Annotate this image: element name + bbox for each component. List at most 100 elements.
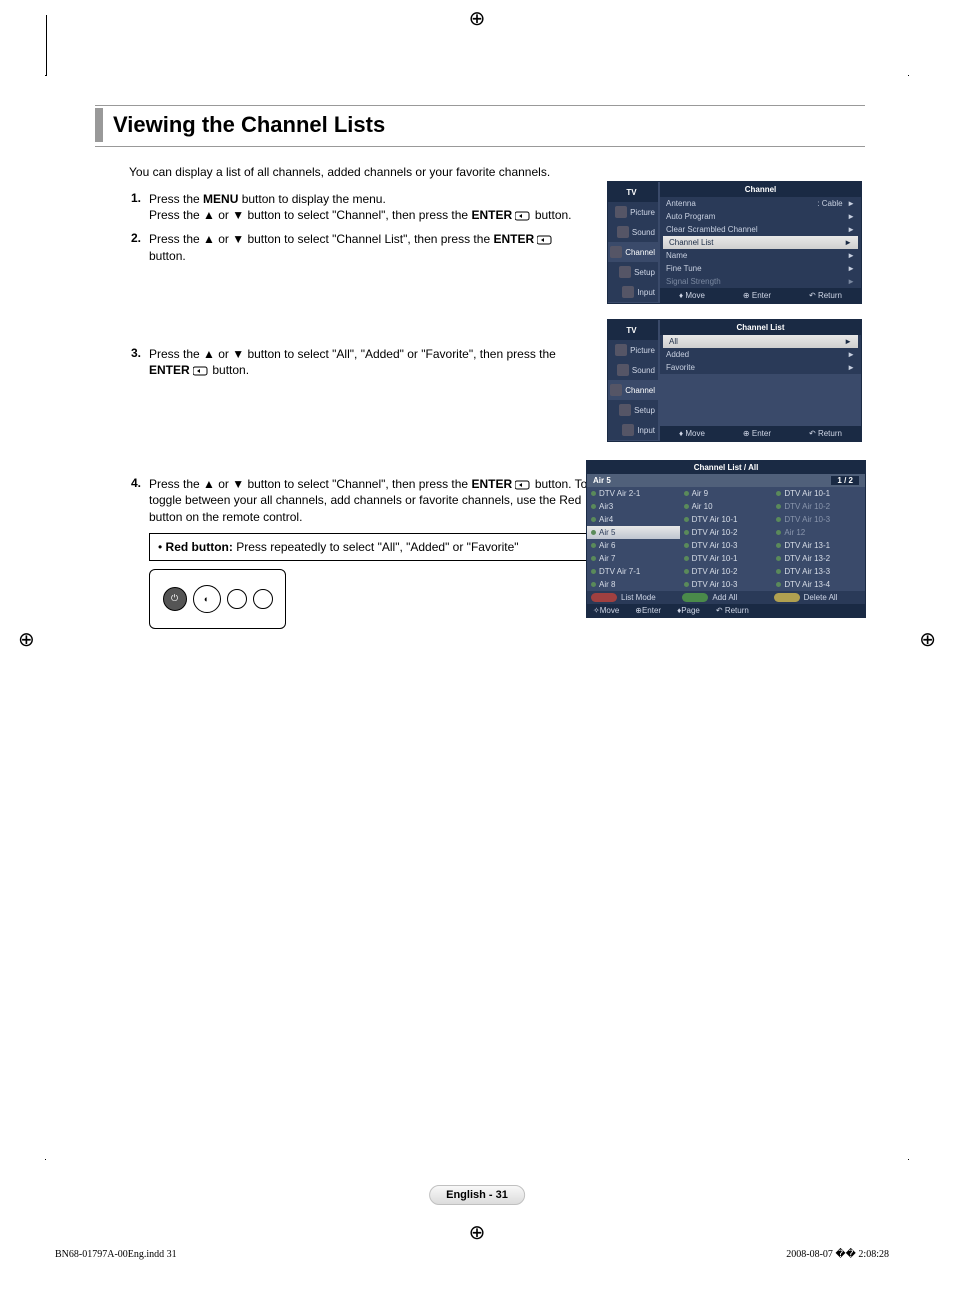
remote-illustration: ⏻ ◐ <box>149 569 286 629</box>
dot-icon <box>591 582 596 587</box>
cl-buttons: List Mode Add All Delete All <box>587 591 865 604</box>
dot-icon <box>591 530 596 535</box>
side-sound: Sound <box>608 360 658 380</box>
remote-btn <box>253 589 273 609</box>
cl-title: Channel List / All <box>587 461 865 474</box>
osd-row-autoprog: Auto Program <box>660 210 861 223</box>
remote-nav-icon: ◐ <box>193 585 221 613</box>
channel-cell: Air 5 <box>587 526 680 539</box>
regmark-top: ⊕ <box>469 6 486 31</box>
arrow-icon <box>847 225 855 234</box>
osd-channel-list-all: Channel List / All Air 5 1 / 2 DTV Air 2… <box>586 460 866 618</box>
picture-icon <box>615 206 627 218</box>
enter-label: ENTER <box>471 477 512 491</box>
crop-mark <box>908 1159 909 1220</box>
title-row: Viewing the Channel Lists <box>95 108 865 142</box>
dot-icon <box>684 517 689 522</box>
osd-row-clear: Clear Scrambled Channel <box>660 223 861 236</box>
dot-icon <box>684 582 689 587</box>
dot-icon <box>684 530 689 535</box>
step-body: Press the ▲ or ▼ button to select "All",… <box>149 346 589 378</box>
cl-grid: DTV Air 2-1Air 9DTV Air 10-1Air3Air 10DT… <box>587 487 865 591</box>
channel-cell: DTV Air 13-2 <box>772 552 865 565</box>
osd-row-name: Name <box>660 249 861 262</box>
step-num: 3. <box>123 346 141 360</box>
osd-foot: ♦ Move ⊕ Enter ↶ Return <box>660 288 861 303</box>
dot-icon <box>684 569 689 574</box>
dot-icon <box>591 556 596 561</box>
dot-icon <box>684 556 689 561</box>
channel-cell: DTV Air 10-1 <box>680 552 773 565</box>
arrow-icon <box>844 337 852 346</box>
step-num: 4. <box>123 476 141 490</box>
dot-icon <box>776 491 781 496</box>
osd-header: Channel <box>660 182 861 197</box>
dot-icon <box>591 569 596 574</box>
setup-icon <box>619 404 631 416</box>
enter-label: ENTER <box>149 363 190 377</box>
regmark-bottom: ⊕ <box>469 1220 486 1245</box>
channel-cell: Air 8 <box>587 578 680 591</box>
channel-cell: DTV Air 10-2 <box>680 565 773 578</box>
step-body: Press the ▲ or ▼ button to select "Chann… <box>149 476 589 525</box>
channel-cell: DTV Air 10-2 <box>680 526 773 539</box>
arrow-icon <box>847 264 855 273</box>
dot-icon <box>591 504 596 509</box>
channel-cell: DTV Air 13-4 <box>772 578 865 591</box>
channel-cell: DTV Air 10-3 <box>772 513 865 526</box>
channel-cell: DTV Air 13-3 <box>772 565 865 578</box>
channel-cell: Air3 <box>587 500 680 513</box>
side-sound: Sound <box>608 222 658 242</box>
arrow-icon <box>844 238 852 247</box>
channel-cell: DTV Air 13-1 <box>772 539 865 552</box>
step-body: Press the ▲ or ▼ button to select "Chann… <box>149 231 589 263</box>
osd-header: Channel List <box>660 320 861 335</box>
enter-icon <box>515 211 531 221</box>
input-icon <box>622 286 634 298</box>
crop-mark <box>45 1159 46 1220</box>
side-picture: Picture <box>608 340 658 360</box>
side-input: Input <box>608 282 658 302</box>
picture-icon <box>615 344 627 356</box>
arrow-icon <box>847 363 855 372</box>
side-setup: Setup <box>608 262 658 282</box>
channel-cell: Air 6 <box>587 539 680 552</box>
crop-mark <box>45 15 47 76</box>
arrow-icon <box>847 277 855 286</box>
dot-icon <box>684 504 689 509</box>
enter-label: ENTER <box>493 232 534 246</box>
side-tv: TV <box>608 320 658 340</box>
cl-page-indicator: 1 / 2 <box>831 476 859 485</box>
channel-cell: Air 10 <box>680 500 773 513</box>
sound-icon <box>617 226 629 238</box>
step-body: Press the MENU button to display the men… <box>149 191 589 223</box>
step-num: 2. <box>123 231 141 245</box>
cl-sub: Air 5 1 / 2 <box>587 474 865 487</box>
osd-row-fav: Favorite <box>660 361 861 374</box>
osd-channel-menu: TV Picture Sound Channel Setup Input Cha… <box>607 181 862 304</box>
title-bar <box>95 108 103 142</box>
rule <box>95 146 865 147</box>
osd-row-fine: Fine Tune <box>660 262 861 275</box>
cl-foot: ✧Move ⊕Enter ♦Page ↶ Return <box>587 604 865 617</box>
channel-cell: DTV Air 10-2 <box>772 500 865 513</box>
remote-btn <box>227 589 247 609</box>
crop-mark <box>908 15 909 76</box>
note-label: Red button: <box>166 540 233 554</box>
side-channel: Channel <box>608 242 658 262</box>
dot-icon <box>776 530 781 535</box>
osd-channel-list-menu: TV Picture Sound Channel Setup Input Cha… <box>607 319 862 442</box>
remote-power-icon: ⏻ <box>163 587 187 611</box>
osd-foot: ♦ Move ⊕ Enter ↶ Return <box>660 426 861 441</box>
arrow-icon <box>847 350 855 359</box>
channel-cell: DTV Air 10-3 <box>680 539 773 552</box>
setup-icon <box>619 266 631 278</box>
osd-row-added: Added <box>660 348 861 361</box>
side-input: Input <box>608 420 658 440</box>
dot-icon <box>776 556 781 561</box>
channel-cell: Air 9 <box>680 487 773 500</box>
dot-icon <box>591 543 596 548</box>
sound-icon <box>617 364 629 376</box>
input-icon <box>622 424 634 436</box>
dot-icon <box>776 569 781 574</box>
